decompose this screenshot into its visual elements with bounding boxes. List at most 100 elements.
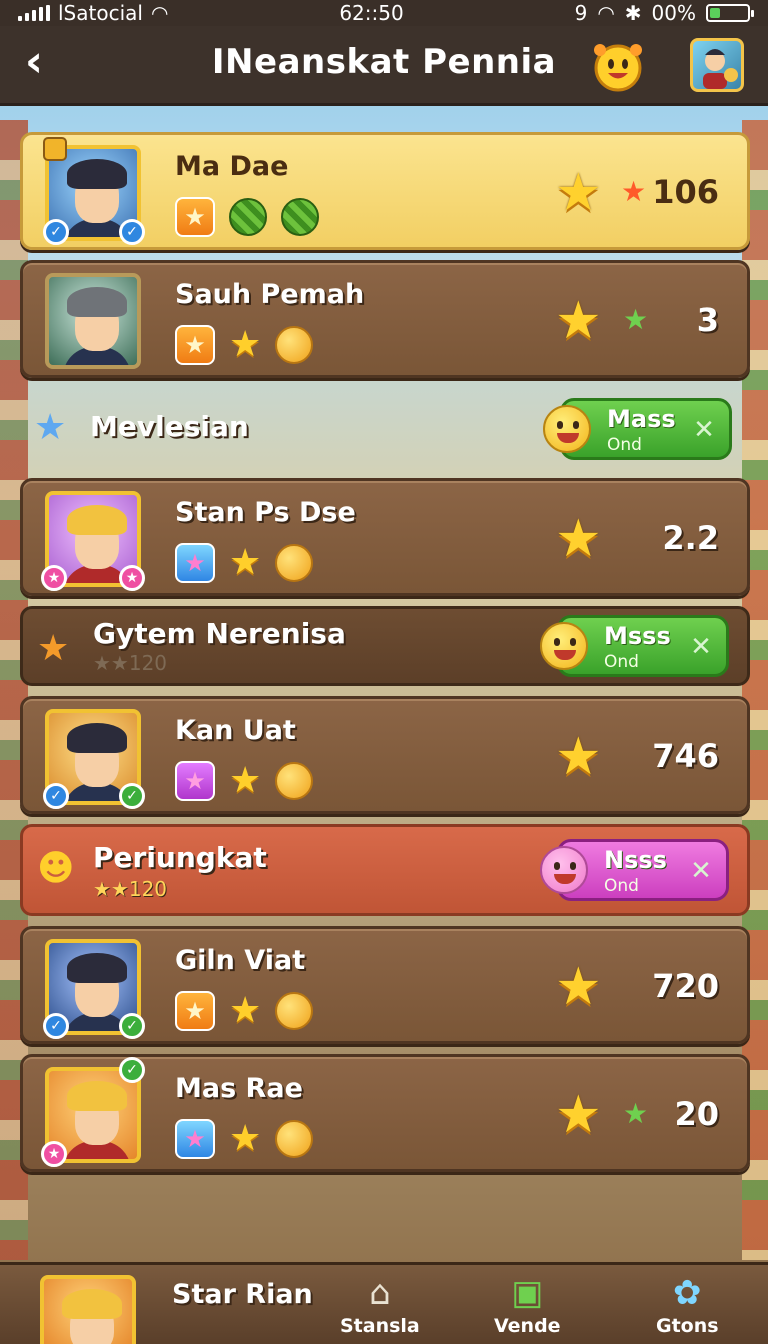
mascot-icon[interactable] xyxy=(588,40,648,92)
wifi-icon: ◠ xyxy=(150,1,169,25)
verified-icon: ✓ xyxy=(43,219,69,245)
rating-star-icon: ★ xyxy=(555,291,602,351)
profile-avatar-icon xyxy=(703,49,738,89)
battery-icon xyxy=(706,4,754,22)
rating-star-icon: ★ xyxy=(555,163,602,223)
leaderboard-row[interactable]: ★ ★ Stan Ps Dse ★ ★ ★ 2.2 xyxy=(20,478,750,596)
leaderboard-row[interactable]: ✓ ✓ Kan Uat ★ ★ ★ 746 xyxy=(20,696,750,814)
signal-icon xyxy=(18,5,50,21)
verified-icon: ✓ xyxy=(119,219,145,245)
star-icon: ★ xyxy=(229,1118,262,1159)
player-name: Giln Viat xyxy=(175,945,306,976)
nav-item-vende[interactable]: ▣ Vende xyxy=(494,1273,561,1337)
group-row[interactable]: ★ Gytem Nerenisa ★★120 Msss Ond ✕ xyxy=(20,606,750,686)
coin-icon xyxy=(275,992,314,1030)
star-icon: ★ xyxy=(229,760,262,801)
rating-star-icon: ★ xyxy=(555,727,602,787)
verified-icon: ✓ xyxy=(119,783,145,809)
rank-star-icon: ★ xyxy=(623,1097,649,1130)
nsss-button[interactable]: Nsss Ond ✕ xyxy=(540,839,729,901)
verified-icon: ✓ xyxy=(43,783,69,809)
rank-star-icon: ★ xyxy=(621,175,647,208)
pink-star-badge-icon: ★ xyxy=(41,1141,67,1167)
chat-icon: ▣ xyxy=(511,1273,544,1313)
key-icon: ☻ xyxy=(37,848,75,889)
rating-star-icon: ★ xyxy=(555,1085,602,1145)
star-icon: ★ xyxy=(229,324,262,365)
group-name: Gytem Nerenisa xyxy=(93,617,346,650)
rank-badge-icon xyxy=(43,137,67,161)
gear-icon: ✿ xyxy=(673,1273,702,1313)
group-sub: ★★120 xyxy=(93,877,168,901)
player-avatar xyxy=(40,1275,136,1344)
mass-button-title: Mass xyxy=(607,405,676,433)
player-name: Star Rian xyxy=(172,1279,313,1310)
leaderboard-row[interactable]: Sauh Pemah ★ ★ ★ ★ 3 xyxy=(20,260,750,378)
msss-button[interactable]: Msss Ond ✕ xyxy=(540,615,729,677)
nav-item-gtons[interactable]: ✿ Gtons xyxy=(656,1273,719,1337)
coin-icon xyxy=(275,1120,314,1158)
group-name: Periungkat xyxy=(93,841,267,874)
profile-avatar-button[interactable] xyxy=(690,38,744,92)
leaderboard-row[interactable]: ✓ ★ Mas Rae ★ ★ ★ ★ 20 xyxy=(20,1054,750,1172)
player-score: 720 xyxy=(652,967,719,1005)
coin-icon xyxy=(275,326,314,364)
nsss-button-sub: Ond xyxy=(604,876,639,896)
player-name: Kan Uat xyxy=(175,715,296,746)
battery-percent: 00% xyxy=(651,1,696,25)
bluetooth-icon: ✱ xyxy=(624,1,642,25)
nav-item-stansla[interactable]: ⌂ Stansla xyxy=(340,1273,420,1337)
star-gem-icon: ★ xyxy=(175,197,215,237)
player-name: Mas Rae xyxy=(175,1073,303,1104)
leaderboard-row[interactable]: ✓ ✓ Giln Viat ★ ★ ★ 720 xyxy=(20,926,750,1044)
msss-button-title: Msss xyxy=(604,622,671,650)
page-title: INeanskat Pennia xyxy=(211,42,557,82)
player-name: Sauh Pemah xyxy=(175,279,365,310)
star-icon: ★ xyxy=(229,542,262,583)
player-score: 106 xyxy=(652,173,719,211)
player-score: 2.2 xyxy=(662,519,719,557)
close-icon[interactable]: ✕ xyxy=(686,856,716,886)
star-gem-icon: ★ xyxy=(175,325,215,365)
verified-icon: ✓ xyxy=(43,1013,69,1039)
group-name: Mevlesian xyxy=(90,410,249,443)
blue-gem-icon: ★ xyxy=(175,543,215,583)
clock: 62::50 xyxy=(339,1,404,25)
blue-gem-icon: ★ xyxy=(175,1119,215,1159)
smiley-icon xyxy=(540,622,588,670)
group-row[interactable]: ★ Mevlesian Mass Ond ✕ xyxy=(20,388,750,468)
status-bar: lSatocial ◠ 62::50 9 ◠ ✱ 00% xyxy=(0,0,768,26)
close-icon[interactable]: ✕ xyxy=(686,632,716,662)
carrier-label: lSatocial xyxy=(58,1,143,25)
pink-star-badge-icon: ★ xyxy=(119,565,145,591)
verified-icon: ✓ xyxy=(119,1057,145,1083)
orange-star-icon: ★ xyxy=(37,628,70,669)
nav-label: Gtons xyxy=(656,1315,719,1337)
mass-button[interactable]: Mass Ond ✕ xyxy=(543,398,732,460)
player-name: Stan Ps Dse xyxy=(175,497,356,528)
melon-icon xyxy=(281,198,319,236)
star-gem-icon: ★ xyxy=(175,991,215,1031)
rating-star-icon: ★ xyxy=(555,509,602,569)
pink-smiley-icon xyxy=(540,846,588,894)
star-icon: ★ xyxy=(229,990,262,1031)
group-row[interactable]: ☻ Periungkat ★★120 Nsss Ond ✕ xyxy=(20,824,750,916)
nav-label: Stansla xyxy=(340,1315,420,1337)
player-name: Ma Dae xyxy=(175,151,289,182)
wifi-icon-right: ◠ xyxy=(597,1,615,25)
player-avatar xyxy=(45,273,141,369)
rank-star-icon: ★ xyxy=(623,303,649,336)
nsss-button-title: Nsss xyxy=(604,846,667,874)
leaderboard-list: ✓ ✓ Ma Dae ★ ★ ★ 106 Sauh Pemah ★ ★ ★ ★ … xyxy=(20,132,750,1182)
leaderboard-row[interactable]: ✓ ✓ Ma Dae ★ ★ ★ 106 xyxy=(20,132,750,250)
close-icon[interactable]: ✕ xyxy=(689,415,719,445)
home-icon: ⌂ xyxy=(369,1273,391,1313)
player-score: 3 xyxy=(696,301,719,339)
coin-icon xyxy=(275,544,314,582)
msss-button-sub: Ond xyxy=(604,652,639,672)
bottom-nav: Star Rian ⌂ Stansla ▣ Vende ✿ Gtons xyxy=(0,1262,768,1344)
group-sub: ★★120 xyxy=(93,651,168,675)
app-header: ‹ INeanskat Pennia xyxy=(0,26,768,106)
verified-icon: ✓ xyxy=(119,1013,145,1039)
signal-extra-label: 9 xyxy=(574,1,588,25)
